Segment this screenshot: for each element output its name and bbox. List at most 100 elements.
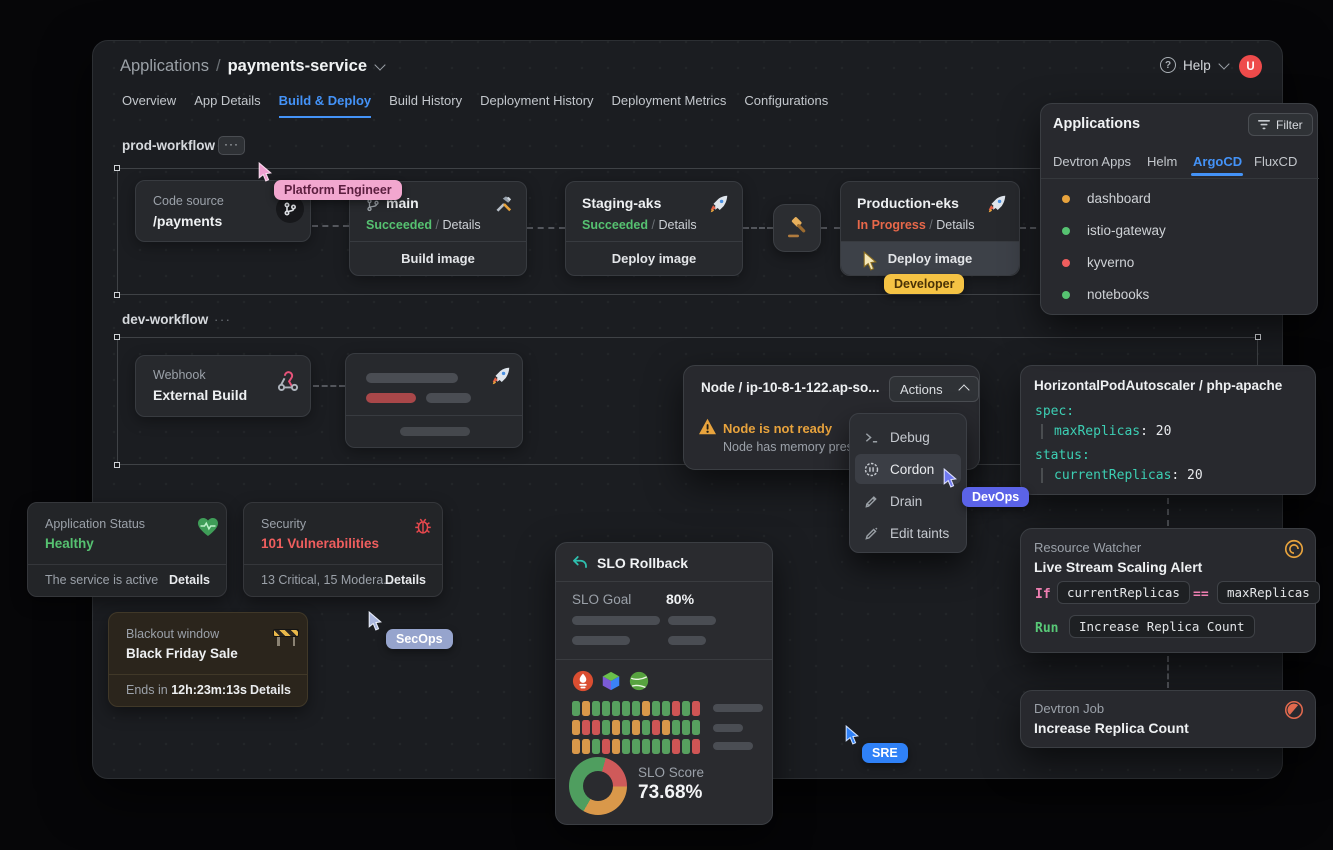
active-tab-underline (1191, 173, 1243, 176)
approval-gate-node[interactable] (773, 204, 821, 252)
terminal-icon (864, 430, 879, 445)
skeleton-bar (366, 393, 416, 403)
security-footer: 13 Critical, 15 Modera... (261, 573, 394, 587)
staging-deploy-button[interactable]: Deploy image (566, 241, 742, 275)
rocket-icon (708, 193, 730, 215)
selection-handle[interactable] (1255, 334, 1261, 340)
if-keyword: If (1035, 587, 1051, 602)
avatar-initial: U (1246, 61, 1254, 73)
green-ball-icon (628, 670, 650, 692)
breadcrumb-section[interactable]: Applications (120, 57, 209, 76)
app-status-dot (1062, 227, 1070, 235)
tab-deployment-history[interactable]: Deployment History (480, 93, 593, 118)
prod-workflow-label: prod-workflow (122, 138, 215, 153)
production-title: Production-eks (857, 195, 959, 211)
blackout-kicker: Blackout window (126, 627, 219, 641)
app-item-kyverno[interactable]: kyverno (1087, 255, 1134, 270)
rollback-icon (571, 554, 589, 572)
skeleton-bar (668, 616, 716, 625)
heatmap-cell (642, 701, 650, 716)
warning-icon (698, 418, 717, 435)
app-item-istio-gateway[interactable]: istio-gateway (1087, 223, 1166, 238)
build-details-link[interactable]: Details (442, 218, 480, 232)
secops-badge: SecOps (386, 629, 453, 649)
tab-app-details[interactable]: App Details (194, 93, 260, 118)
skeleton-bar (426, 393, 471, 403)
gavel-icon (785, 216, 809, 240)
selection-handle[interactable] (114, 292, 120, 298)
filter-label: Filter (1276, 118, 1303, 132)
staging-details-link[interactable]: Details (658, 218, 696, 232)
heatmap-cell (632, 720, 640, 735)
app-status-dot (1062, 291, 1070, 299)
current-replicas-chip: currentReplicas (1057, 581, 1190, 604)
breadcrumb: Applications / payments-service (120, 57, 384, 76)
devtron-job-panel[interactable]: Devtron Job Increase Replica Count (1020, 690, 1316, 748)
app-item-notebooks[interactable]: notebooks (1087, 287, 1149, 302)
blackout-window-card[interactable]: Blackout window Black Friday Sale Ends i… (108, 612, 308, 707)
filter-button[interactable]: Filter (1248, 113, 1313, 136)
slo-score-value: 73.68% (638, 782, 702, 804)
barrier-icon (273, 626, 299, 646)
prometheus-icon (572, 670, 594, 692)
blackout-footer: Ends in 12h:23m:13s (126, 683, 247, 697)
apps-tab-helm[interactable]: Helm (1147, 154, 1177, 169)
security-card[interactable]: Security 101 Vulnerabilities 13 Critical… (243, 502, 443, 597)
tab-configurations[interactable]: Configurations (744, 93, 828, 118)
staging-status: Succeeded (582, 218, 648, 232)
skeleton-pipeline-card[interactable] (345, 353, 523, 448)
divider (556, 659, 772, 660)
build-status: Succeeded (366, 218, 432, 232)
heatmap-cell (692, 720, 700, 735)
branch-icon (366, 198, 380, 212)
breadcrumb-app-name[interactable]: payments-service (228, 57, 367, 76)
application-status-card[interactable]: Application Status Healthy The service i… (27, 502, 227, 597)
production-status-row: In Progress / Details (857, 218, 974, 232)
dev-workflow-menu-button[interactable]: ··· (214, 312, 232, 327)
help-menu[interactable]: ? Help (1160, 57, 1228, 73)
apps-tab-devtron[interactable]: Devtron Apps (1053, 154, 1131, 169)
production-details-link[interactable]: Details (936, 218, 974, 232)
heatmap-cell (682, 720, 690, 735)
pause-circle-icon (864, 462, 879, 477)
help-icon: ? (1160, 57, 1176, 73)
tab-build-history[interactable]: Build History (389, 93, 462, 118)
apps-tab-fluxcd[interactable]: FluxCD (1254, 154, 1297, 169)
webhook-card[interactable]: Webhook External Build (135, 355, 311, 417)
heatmap-cell (622, 739, 630, 754)
selection-handle[interactable] (114, 165, 120, 171)
heatmap-cell (662, 701, 670, 716)
apps-tab-argocd[interactable]: ArgoCD (1193, 154, 1242, 169)
chevron-down-icon[interactable] (374, 59, 385, 70)
yaml-spec-key: spec: (1035, 404, 1074, 419)
tab-deployment-metrics[interactable]: Deployment Metrics (612, 93, 727, 118)
heatmap-cell (582, 701, 590, 716)
selection-handle[interactable] (114, 462, 120, 468)
actions-button[interactable]: Actions (889, 376, 979, 402)
prod-workflow-menu-button[interactable]: ··· (218, 136, 245, 155)
security-details-link[interactable]: Details (385, 573, 426, 587)
brush-icon (864, 494, 879, 509)
cube-icon (600, 670, 622, 692)
tab-build-deploy[interactable]: Build & Deploy (279, 93, 371, 118)
menu-item-debug[interactable]: Debug (855, 422, 961, 452)
heatmap-cell (582, 720, 590, 735)
heatmap-cell (632, 701, 640, 716)
tools-icon (494, 194, 514, 214)
selection-handle[interactable] (114, 334, 120, 340)
app-item-dashboard[interactable]: dashboard (1087, 191, 1151, 206)
chevron-down-icon (1218, 58, 1229, 69)
blackout-details-link[interactable]: Details (250, 683, 291, 697)
application-status-details-link[interactable]: Details (169, 573, 210, 587)
staging-pipeline-card[interactable]: Staging-aks Succeeded / Details Deploy i… (565, 181, 743, 276)
heatmap-cell (692, 739, 700, 754)
slo-panel-title: SLO Rollback (597, 555, 688, 571)
skeleton-bar (713, 724, 743, 732)
tab-overview[interactable]: Overview (122, 93, 176, 118)
menu-item-drain[interactable]: Drain (855, 486, 961, 516)
pipeline-connector (527, 227, 565, 229)
menu-item-edit-taints[interactable]: Edit taints (855, 518, 961, 548)
avatar[interactable]: U (1239, 55, 1262, 78)
cursor-secops (366, 611, 385, 632)
build-image-button[interactable]: Build image (350, 241, 526, 275)
